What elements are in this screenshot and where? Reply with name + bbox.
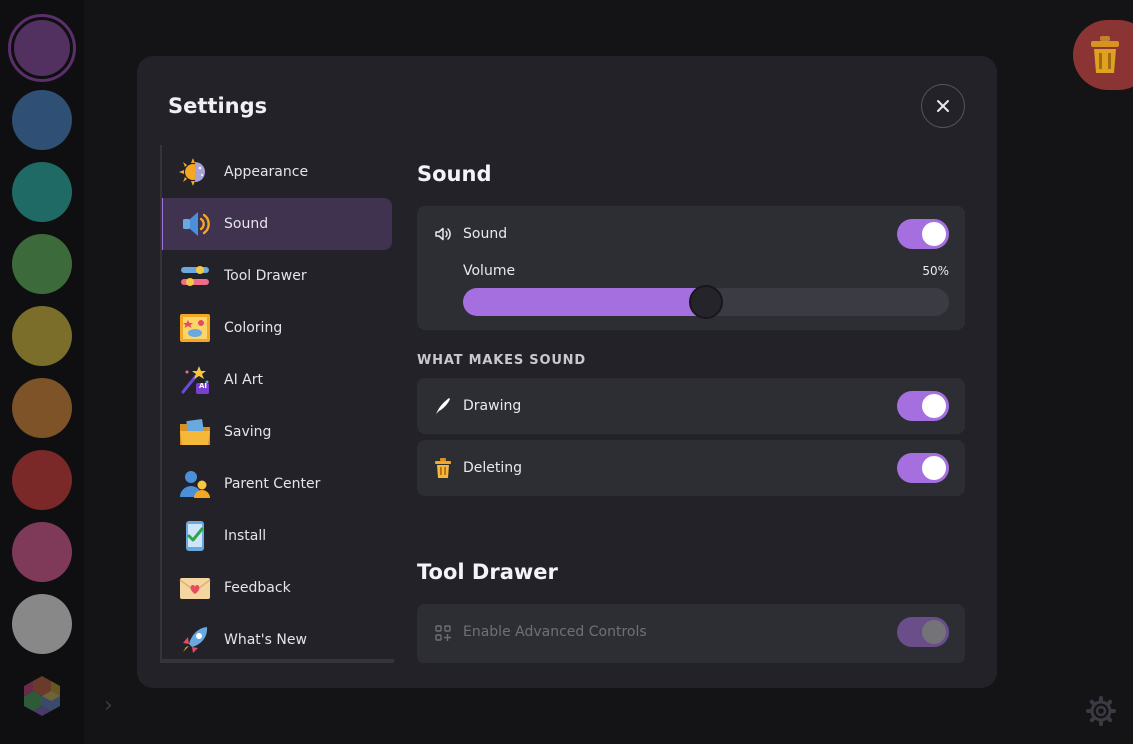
trash-icon: [433, 458, 453, 478]
heart-envelope-icon: [179, 572, 211, 604]
color-swatch-olive[interactable]: [12, 306, 72, 366]
advanced-controls-toggle[interactable]: [897, 617, 949, 647]
color-swatch-red[interactable]: [12, 450, 72, 510]
nav-label: What's New: [224, 632, 307, 648]
folder-icon: [179, 416, 211, 448]
nav-label: Appearance: [224, 164, 309, 180]
volume-slider-fill: [463, 288, 706, 316]
speaker-icon: [180, 208, 212, 240]
volume-slider-thumb[interactable]: [689, 285, 723, 319]
sun-moon-icon: [179, 156, 211, 188]
drawing-sound-toggle[interactable]: [897, 391, 949, 421]
what-makes-sound-heading: WHAT MAKES SOUND: [417, 353, 586, 368]
nav-item-parent-center[interactable]: Parent Center: [162, 458, 394, 510]
nav-label: AI Art: [224, 372, 263, 388]
settings-modal: Settings Appearance Sound Tool Drawer Co…: [137, 56, 997, 688]
nav-label: Parent Center: [224, 476, 321, 492]
nav-item-appearance[interactable]: Appearance: [162, 146, 394, 198]
sound-toggle-label: Sound: [463, 226, 508, 242]
nav-item-sound[interactable]: Sound: [162, 198, 392, 250]
color-swatch-brown[interactable]: [12, 378, 72, 438]
nav-item-ai-art[interactable]: AI AI Art: [162, 354, 394, 406]
deleting-label: Deleting: [463, 460, 523, 476]
drawing-sound-row: Drawing: [417, 378, 965, 434]
rocket-icon: [179, 624, 211, 656]
color-swatch-teal[interactable]: [12, 162, 72, 222]
gear-icon[interactable]: [1086, 696, 1116, 726]
advanced-controls-label: Enable Advanced Controls: [463, 624, 647, 640]
nav-item-saving[interactable]: Saving: [162, 406, 394, 458]
modal-title: Settings: [168, 94, 268, 118]
settings-nav: Appearance Sound Tool Drawer Coloring AI…: [160, 145, 394, 663]
color-swatch-blue[interactable]: [12, 90, 72, 150]
nav-item-whats-new[interactable]: What's New: [162, 614, 394, 659]
trash-icon: [1091, 36, 1119, 73]
section-title-tool-drawer: Tool Drawer: [417, 560, 558, 584]
settings-content: Sound Sound Volume 50% WHAT MAKES SOUND: [417, 145, 965, 663]
magic-wand-icon: [179, 364, 211, 396]
volume-slider[interactable]: [463, 285, 949, 319]
section-title-sound: Sound: [417, 162, 492, 186]
nav-label: Coloring: [224, 320, 283, 336]
color-palette-bar: [0, 0, 84, 744]
nav-item-tool-drawer[interactable]: Tool Drawer: [162, 250, 394, 302]
color-swatch-purple[interactable]: [8, 14, 76, 82]
close-button[interactable]: [921, 84, 965, 128]
nav-item-install[interactable]: Install: [162, 510, 394, 562]
trash-button[interactable]: [1073, 20, 1133, 90]
pen-icon: [433, 396, 453, 416]
grid-icon: [433, 623, 453, 643]
nav-item-coloring[interactable]: Coloring: [162, 302, 394, 354]
color-swatch-green[interactable]: [12, 234, 72, 294]
sound-card: Sound Volume 50%: [417, 206, 965, 330]
nav-label: Feedback: [224, 580, 291, 596]
close-icon: [937, 100, 949, 112]
deleting-sound-row: Deleting: [417, 440, 965, 496]
nav-item-feedback[interactable]: Feedback: [162, 562, 394, 614]
advanced-controls-row: Enable Advanced Controls: [417, 604, 965, 663]
ai-badge-text: AI: [199, 382, 208, 390]
volume-value: 50%: [922, 264, 949, 278]
nav-label: Sound: [224, 216, 269, 232]
color-swatch-gray[interactable]: [12, 594, 72, 654]
drawing-label: Drawing: [463, 398, 522, 414]
parents-icon: [179, 468, 211, 500]
color-wheel-icon[interactable]: [18, 672, 66, 720]
deleting-sound-toggle[interactable]: [897, 453, 949, 483]
coloring-book-icon: [179, 312, 211, 344]
color-swatch-pink[interactable]: [12, 522, 72, 582]
speaker-icon: [433, 224, 453, 244]
sliders-icon: [179, 260, 211, 292]
sound-toggle[interactable]: [897, 219, 949, 249]
nav-label: Saving: [224, 424, 272, 440]
nav-label: Install: [224, 528, 267, 544]
phone-check-icon: [179, 520, 211, 552]
chevron-right-icon[interactable]: ›: [104, 692, 128, 720]
nav-label: Tool Drawer: [224, 268, 307, 284]
volume-label: Volume: [463, 263, 516, 279]
